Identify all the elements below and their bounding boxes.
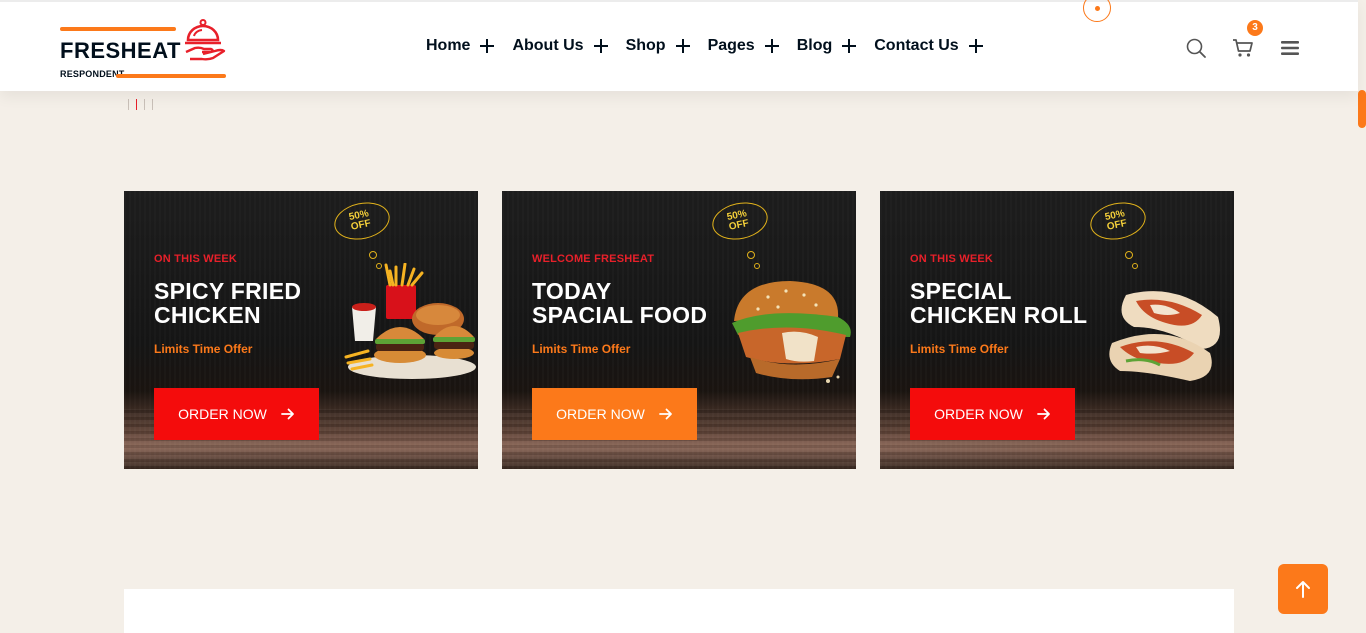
button-label: ORDER NOW	[556, 406, 645, 422]
site-header: FRESHEAT RESPONDENT Home About Us Shop P…	[0, 0, 1358, 91]
card-title: TODAY SPACIAL FOOD	[532, 279, 707, 327]
card-tag: WELCOME FRESHEAT	[532, 253, 655, 265]
content-panel	[124, 589, 1234, 633]
nav-item-home[interactable]: Home	[426, 37, 495, 55]
card-tag: ON THIS WEEK	[154, 253, 238, 265]
order-now-button[interactable]: ORDER NOW	[154, 388, 319, 440]
order-now-button[interactable]: ORDER NOW	[532, 388, 697, 440]
discount-text: 50% OFF	[726, 208, 750, 233]
nav-label: Blog	[796, 37, 833, 54]
arrow-right-icon	[280, 408, 294, 420]
card-title-line: SPICY FRIED	[154, 278, 302, 304]
nav-item-pages[interactable]: Pages	[708, 37, 779, 55]
nav-item-about-us[interactable]: About Us	[512, 37, 608, 55]
page-scrollbar[interactable]	[1358, 0, 1366, 633]
nav-label: Pages	[707, 37, 755, 54]
site-logo[interactable]: FRESHEAT RESPONDENT	[60, 18, 230, 80]
nav-label: Home	[426, 37, 471, 54]
cart-count-badge: 3	[1247, 20, 1263, 36]
nav-label: About Us	[512, 37, 584, 54]
scroll-to-top-button[interactable]	[1278, 564, 1328, 614]
plus-icon[interactable]	[968, 39, 983, 53]
nav-label: Contact Us	[874, 37, 959, 54]
card-title: SPICY FRIED CHICKEN	[154, 279, 301, 327]
main-nav: Home About Us Shop Pages Blog Contact Us	[426, 37, 1001, 55]
scrollbar-thumb[interactable]	[1358, 90, 1366, 128]
chicken-wrap-image	[1109, 291, 1220, 381]
promo-card-today-spacial-food: WELCOME FRESHEAT TODAY SPACIAL FOOD Limi…	[502, 191, 856, 469]
search-icon[interactable]	[1185, 37, 1207, 59]
card-offer: Limits Time Offer	[532, 342, 631, 356]
nav-item-contact-us[interactable]: Contact Us	[874, 37, 983, 55]
card-tag: ON THIS WEEK	[910, 253, 994, 265]
card-title-line: SPECIAL	[910, 278, 1012, 304]
card-title-line: TODAY	[532, 278, 612, 304]
order-now-button[interactable]: ORDER NOW	[910, 388, 1075, 440]
arrow-right-icon	[658, 408, 672, 420]
card-title: SPECIAL CHICKEN ROLL	[910, 279, 1087, 327]
plus-icon[interactable]	[480, 39, 495, 53]
card-offer: Limits Time Offer	[910, 342, 1009, 356]
card-title-line: CHICKEN	[154, 302, 261, 328]
plus-icon[interactable]	[842, 39, 857, 53]
logo-tagline: RESPONDENT	[60, 69, 125, 79]
cart-icon[interactable]	[1232, 37, 1254, 59]
logo-accent-bar	[60, 27, 176, 31]
promo-card-special-chicken-roll: ON THIS WEEK SPECIAL CHICKEN ROLL Limits…	[880, 191, 1234, 469]
button-label: ORDER NOW	[178, 406, 267, 422]
cloche-hand-icon	[185, 19, 226, 61]
chicken-burger-image	[732, 281, 851, 383]
arrow-up-icon	[1296, 581, 1310, 598]
plus-icon[interactable]	[675, 39, 690, 53]
nav-item-shop[interactable]: Shop	[626, 37, 690, 55]
button-label: ORDER NOW	[934, 406, 1023, 422]
plus-icon[interactable]	[593, 39, 608, 53]
nav-item-blog[interactable]: Blog	[797, 37, 857, 55]
arrow-right-icon	[1036, 408, 1050, 420]
discount-text: 50% OFF	[1104, 208, 1128, 233]
burger-fries-platter-image	[344, 263, 476, 379]
card-title-line: CHICKEN ROLL	[910, 302, 1088, 328]
decorative-dot-circle	[1083, 0, 1111, 22]
discount-text: 50% OFF	[348, 208, 372, 233]
card-title-line: SPACIAL FOOD	[532, 302, 708, 328]
promo-card-spicy-fried-chicken: ON THIS WEEK SPICY FRIED CHICKEN Limits …	[124, 191, 478, 469]
logo-accent-bar-bottom	[116, 74, 226, 78]
card-offer: Limits Time Offer	[154, 342, 253, 356]
decorative-ticks	[128, 99, 160, 110]
hamburger-menu-icon[interactable]	[1279, 37, 1301, 59]
plus-icon[interactable]	[764, 39, 779, 53]
nav-label: Shop	[625, 37, 666, 54]
logo-text: FRESHEAT	[60, 38, 181, 63]
